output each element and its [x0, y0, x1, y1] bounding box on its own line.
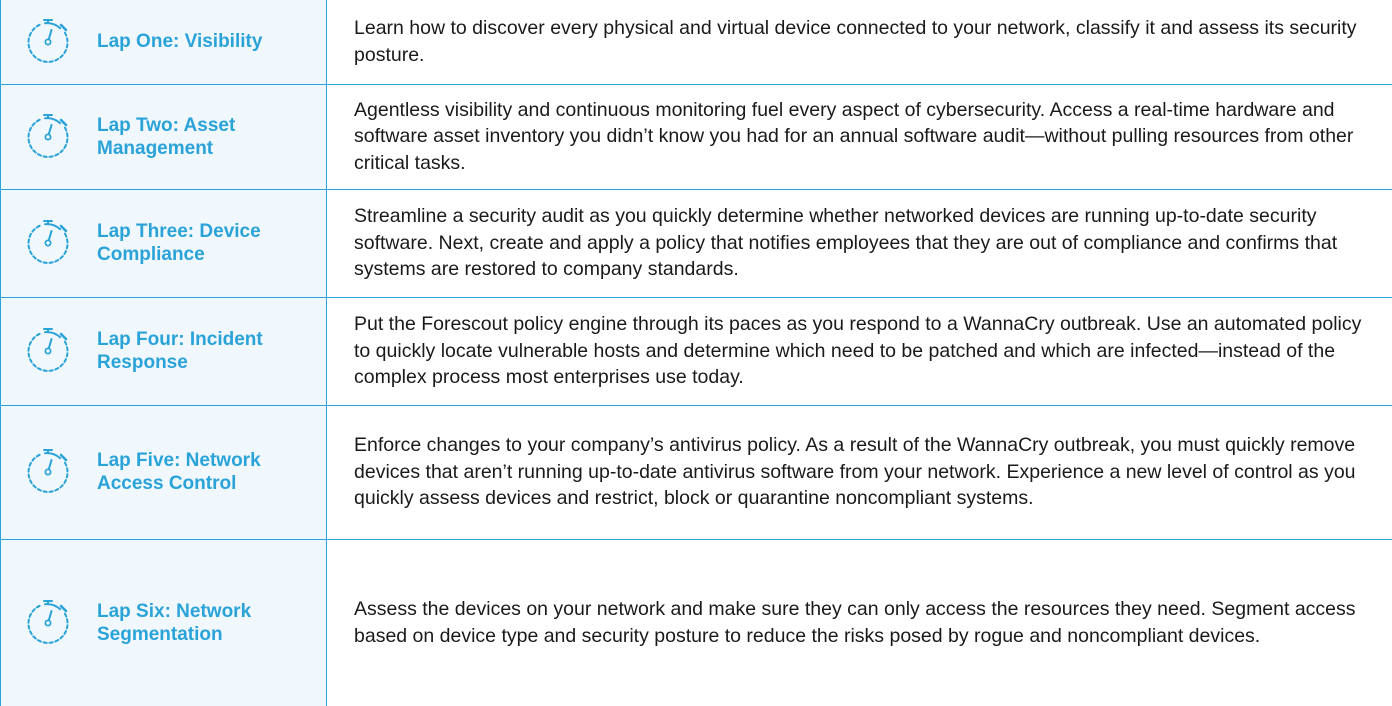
laps-table: Lap One: Visibility Learn how to discove…: [0, 0, 1392, 706]
lap-description: Agentless visibility and continuous moni…: [354, 98, 1354, 174]
stopwatch-icon: [27, 113, 69, 158]
lap-header-cell: Lap Five: Network Access Control: [0, 404, 327, 540]
lap-title: Lap Six: Network Segmentation: [97, 600, 252, 645]
stopwatch-icon: [27, 18, 69, 63]
stopwatch-icon: [27, 328, 69, 372]
lap-row-1: Lap One: Visibility Learn how to discove…: [0, 0, 1392, 85]
lap-description: Enforce changes to your company’s antivi…: [354, 434, 1356, 510]
stopwatch-icon: [27, 599, 69, 644]
stopwatch-icon: [27, 220, 69, 264]
lap-row-3: Lap Three: Device Compliance Streamline …: [0, 188, 1392, 298]
lap-row-6: Lap Six: Network Segmentation Assess the…: [0, 538, 1392, 706]
lap-header-cell: Lap Three: Device Compliance: [0, 188, 327, 298]
lap-description: Streamline a security audit as you quick…: [354, 205, 1338, 281]
lap-title: Lap Three: Device Compliance: [97, 221, 261, 265]
lap-title: Lap Two: Asset Management: [97, 114, 236, 159]
lap-header-cell: Lap Two: Asset Management: [0, 83, 327, 190]
lap-row-2: Lap Two: Asset Management Agentless visi…: [0, 83, 1392, 190]
lap-description-cell: Assess the devices on your network and m…: [326, 538, 1392, 706]
lap-row-4: Lap Four: Incident Response Put the Fore…: [0, 296, 1392, 406]
lap-description: Put the Forescout policy engine through …: [354, 313, 1362, 389]
lap-title: Lap Five: Network Access Control: [97, 450, 261, 494]
lap-description-cell: Put the Forescout policy engine through …: [326, 296, 1392, 406]
lap-description-cell: Enforce changes to your company’s antivi…: [326, 404, 1392, 540]
lap-row-5: Lap Five: Network Access Control Enforce…: [0, 404, 1392, 540]
lap-header-cell: Lap Six: Network Segmentation: [0, 538, 327, 706]
lap-description-cell: Agentless visibility and continuous moni…: [326, 83, 1392, 190]
lap-description-cell: Learn how to discover every physical and…: [326, 0, 1392, 85]
lap-description: Learn how to discover every physical and…: [354, 17, 1357, 66]
lap-title: Lap Four: Incident Response: [97, 329, 263, 373]
lap-header-cell: Lap Four: Incident Response: [0, 296, 327, 406]
lap-description: Assess the devices on your network and m…: [354, 598, 1356, 647]
lap-description-cell: Streamline a security audit as you quick…: [326, 188, 1392, 298]
stopwatch-icon: [27, 449, 69, 493]
lap-title: Lap One: Visibility: [97, 31, 263, 53]
lap-header-cell: Lap One: Visibility: [0, 0, 327, 85]
